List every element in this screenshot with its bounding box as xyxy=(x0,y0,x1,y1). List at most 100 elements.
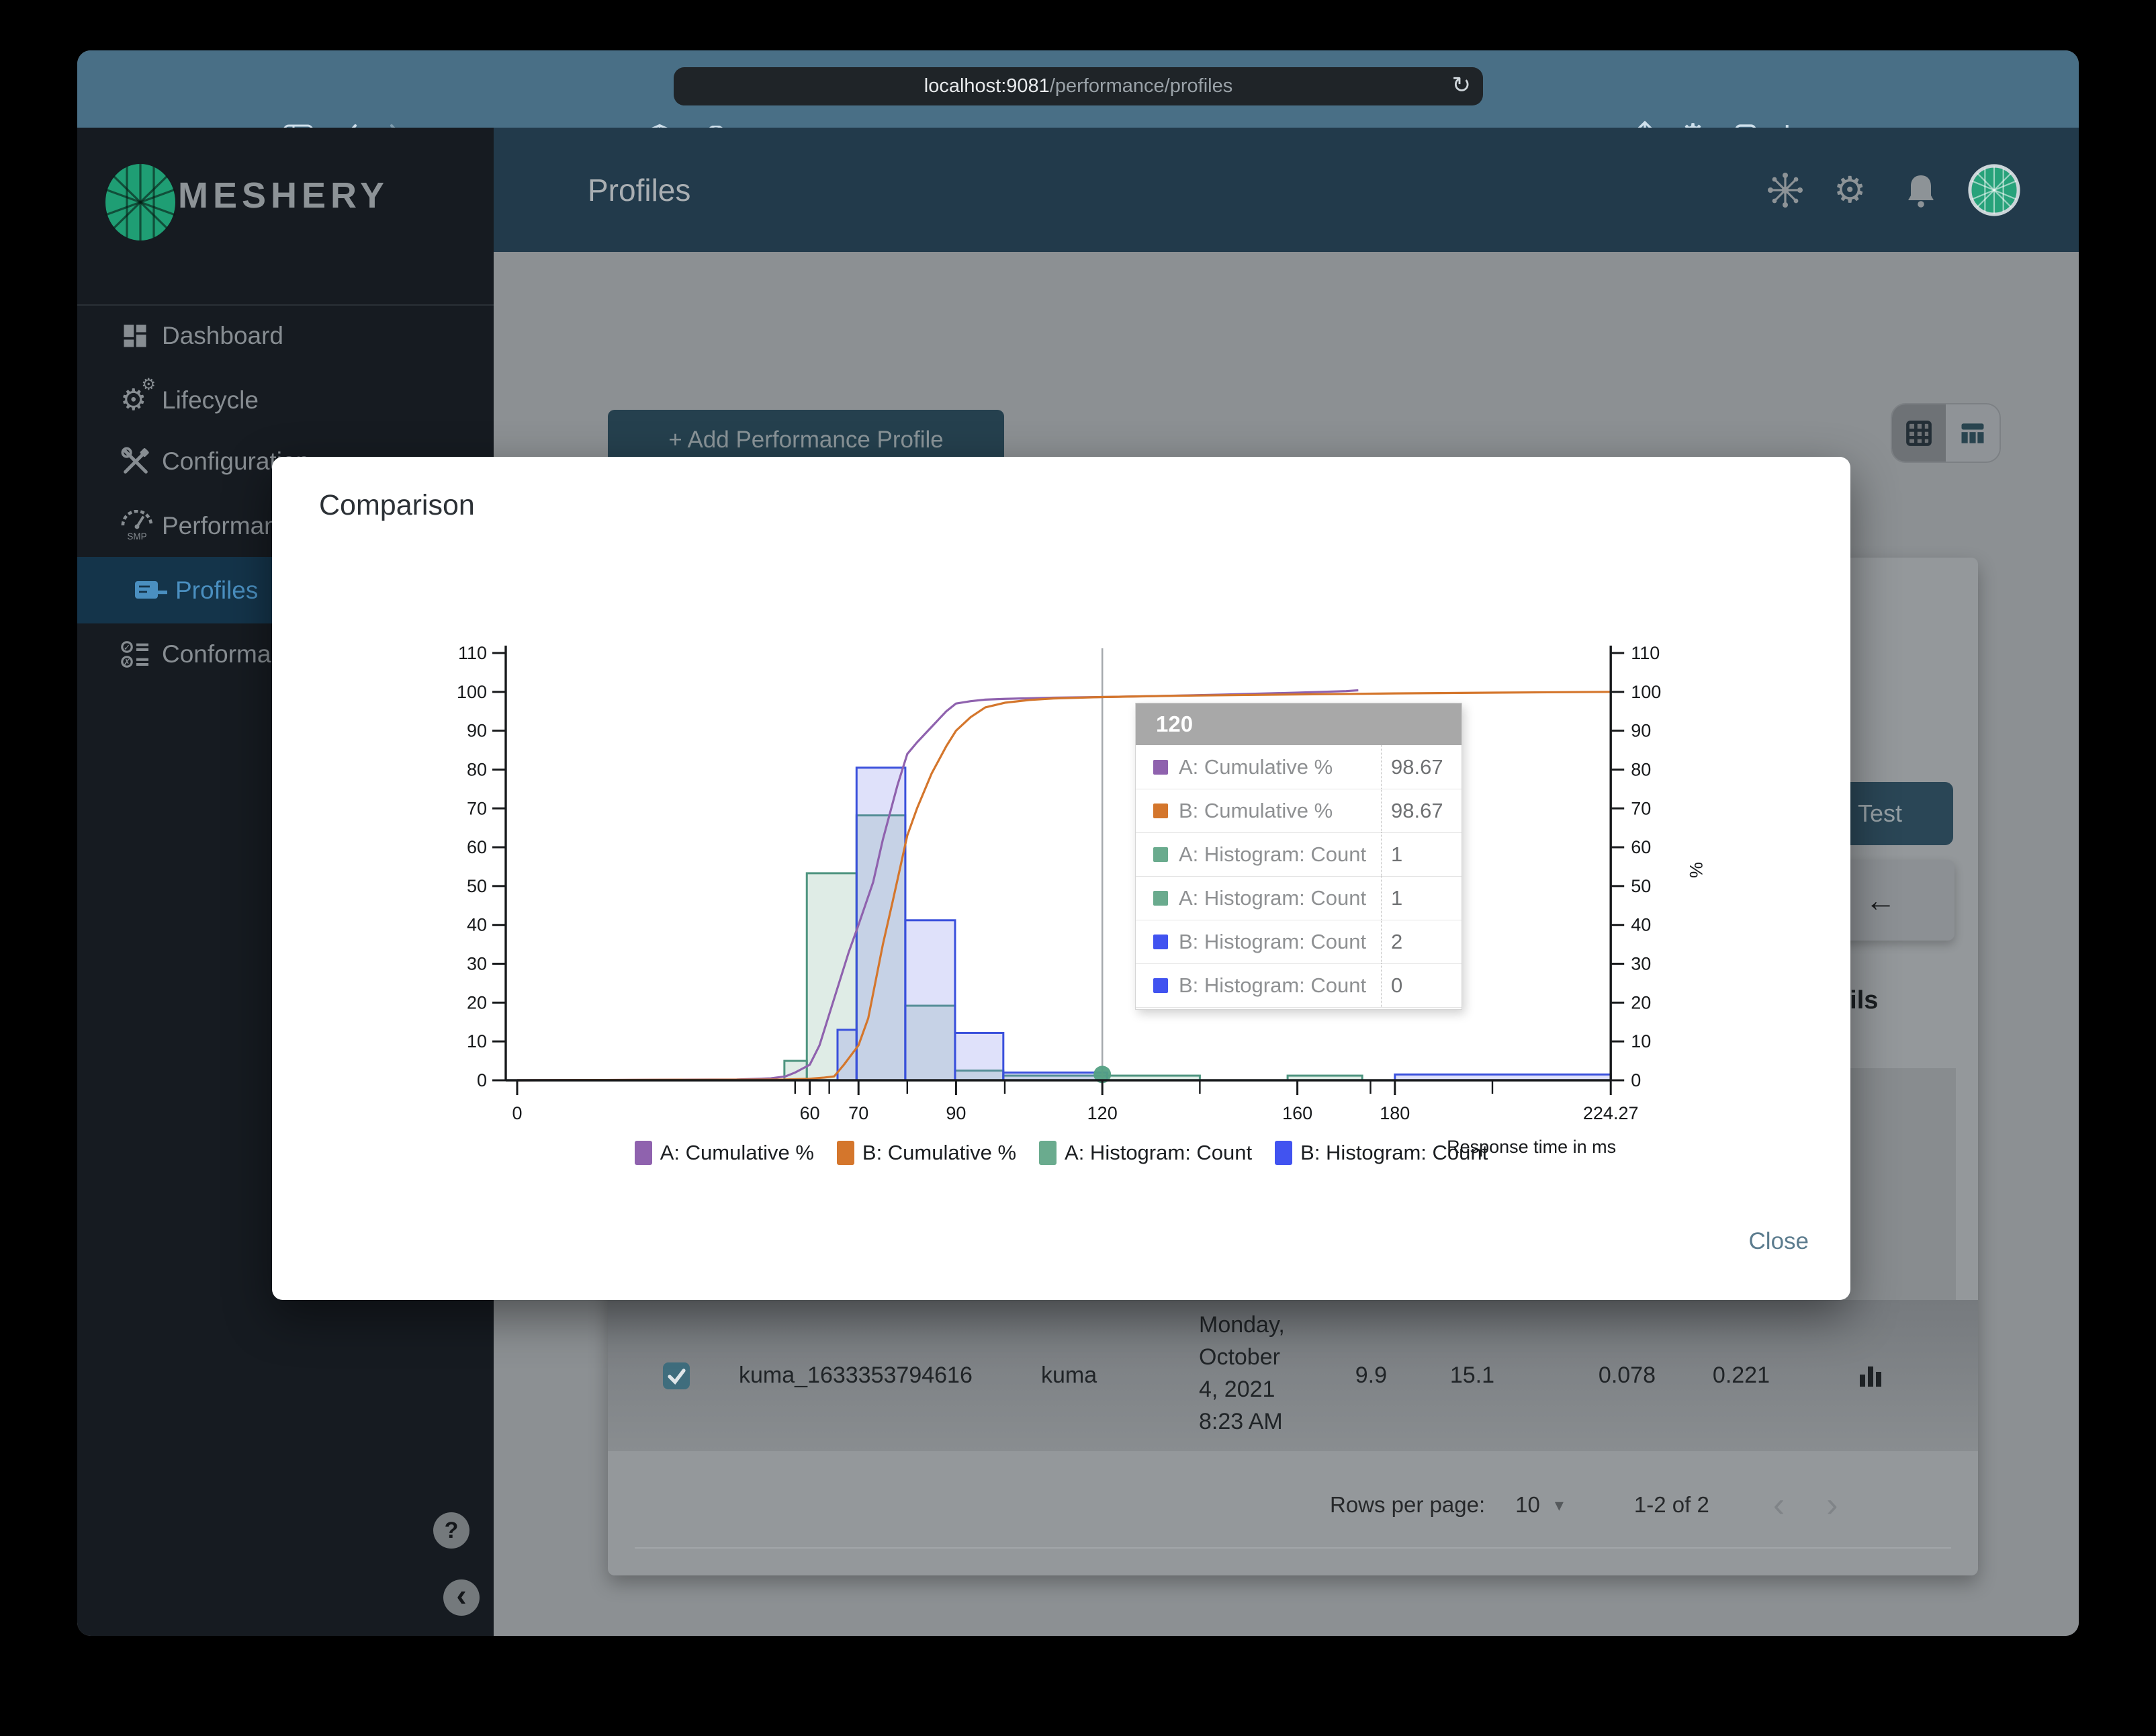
svg-text:110: 110 xyxy=(1631,643,1660,663)
tooltip-swatch xyxy=(1153,759,1168,775)
tooltip-header: 120 xyxy=(1136,703,1462,745)
legend-item[interactable]: B: Cumulative % xyxy=(836,1141,1016,1165)
legend-item[interactable]: B: Histogram: Count xyxy=(1275,1141,1488,1165)
avatar[interactable] xyxy=(1968,128,2020,252)
modal-title: Comparison xyxy=(319,489,475,521)
tooltip-row: B: Histogram: Count 2 xyxy=(1136,920,1462,964)
help-button[interactable]: ? xyxy=(433,1512,469,1549)
tooltip-swatch xyxy=(1153,803,1168,818)
url-host: localhost:9081 xyxy=(924,75,1050,97)
sidebar-item-label: Dashboard xyxy=(162,322,284,349)
pagination-bar: Rows per page: 10 ▾ 1-2 of 2 ‹ › xyxy=(608,1465,1978,1545)
tooltip-swatch xyxy=(1153,890,1168,906)
tooltip-row: A: Histogram: Count 1 xyxy=(1136,832,1462,877)
svg-text:100: 100 xyxy=(1631,682,1661,702)
svg-text:110: 110 xyxy=(458,643,487,663)
url-bar[interactable]: localhost:9081/performance/profiles ↻ xyxy=(674,67,1483,105)
p50-cell: 0.078 xyxy=(1598,1362,1656,1388)
url-path: /performance/profiles xyxy=(1049,75,1233,97)
svg-text:60: 60 xyxy=(467,837,487,857)
browser-titlebar: localhost:9081/performance/profiles ↻ ⚙ … xyxy=(77,50,2079,154)
legend-swatch xyxy=(1275,1141,1293,1165)
svg-text:70: 70 xyxy=(467,798,487,818)
p99-cell: 0.221 xyxy=(1712,1362,1770,1388)
settings-gear-icon[interactable]: ⚙ xyxy=(1834,128,1866,252)
table-view-icon xyxy=(1961,423,1984,443)
sidebar-item-lifecycle[interactable]: ⚙ ⚙ Lifecycle xyxy=(77,372,494,429)
close-modal-button[interactable]: Close xyxy=(1749,1228,1809,1255)
dashboard-icon xyxy=(120,321,162,351)
svg-text:30: 30 xyxy=(1631,954,1651,974)
svg-text:80: 80 xyxy=(1631,759,1651,779)
view-toggle xyxy=(1891,403,2001,463)
profile-name-cell: kuma_1633353794616 xyxy=(739,1362,973,1388)
row-checkbox[interactable] xyxy=(662,1300,691,1451)
duration-cell: 15.1 xyxy=(1449,1362,1494,1388)
pagination-range: 1-2 of 2 xyxy=(1633,1492,1709,1517)
rows-per-page-value[interactable]: 10 xyxy=(1515,1492,1540,1518)
reload-icon[interactable]: ↻ xyxy=(1452,71,1472,99)
divider xyxy=(635,1547,1951,1549)
svg-text:10: 10 xyxy=(467,1031,487,1051)
collapse-icon: ‹ xyxy=(456,1577,467,1612)
meshery-logo-icon[interactable] xyxy=(103,163,178,242)
conformance-icon: ✓ ✗ xyxy=(120,639,162,670)
svg-text:90: 90 xyxy=(946,1103,966,1123)
service-mesh-graph-icon[interactable] xyxy=(1766,128,1804,252)
svg-text:SMP: SMP xyxy=(127,531,146,541)
svg-text:20: 20 xyxy=(1631,992,1651,1012)
tooltip-swatch xyxy=(1153,978,1168,993)
legend-swatch xyxy=(1039,1141,1057,1165)
svg-text:0: 0 xyxy=(1631,1070,1641,1090)
svg-text:30: 30 xyxy=(467,954,487,974)
table-view-button[interactable] xyxy=(1946,404,2000,462)
legend-item[interactable]: A: Cumulative % xyxy=(634,1141,814,1165)
svg-text:40: 40 xyxy=(467,915,487,935)
lifecycle-icon: ⚙ ⚙ xyxy=(120,376,156,417)
collapse-sidebar-button[interactable]: ‹ xyxy=(443,1577,480,1616)
comparison-modal: Comparison 0 0 10 10 20 20 30 30 40 40 50 50 60 60 70 7… xyxy=(272,457,1850,1300)
back-arrow-icon: ← xyxy=(1865,883,1896,918)
configuration-icon xyxy=(120,446,162,477)
brand-name: MESHERY xyxy=(178,175,390,216)
svg-text:20: 20 xyxy=(467,992,487,1012)
svg-text:90: 90 xyxy=(1631,721,1651,741)
grid-view-icon xyxy=(1906,420,1932,446)
svg-text:0: 0 xyxy=(477,1070,487,1090)
svg-text:50: 50 xyxy=(467,876,487,896)
svg-text:80: 80 xyxy=(467,759,487,779)
date-cell: Monday, October 4, 2021 8:23 AM xyxy=(1199,1312,1285,1434)
divider xyxy=(77,304,494,306)
grid-view-button[interactable] xyxy=(1892,404,1946,462)
help-icon: ? xyxy=(444,1517,459,1543)
legend-swatch xyxy=(634,1141,652,1165)
svg-text:70: 70 xyxy=(848,1103,868,1123)
chart-legend: A: Cumulative % B: Cumulative % A: Histo… xyxy=(272,1141,1850,1165)
tooltip-row: B: Cumulative % 98.67 xyxy=(1136,789,1462,833)
svg-text:✓: ✓ xyxy=(124,642,131,652)
tooltip-row: A: Cumulative % 98.67 xyxy=(1136,745,1462,789)
svg-text:70: 70 xyxy=(1631,798,1651,818)
legend-swatch xyxy=(836,1141,854,1165)
svg-text:90: 90 xyxy=(467,721,487,741)
tooltip-swatch xyxy=(1153,934,1168,949)
tooltip-row: A: Histogram: Count 1 xyxy=(1136,876,1462,920)
svg-text:40: 40 xyxy=(1631,915,1651,935)
svg-text:%: % xyxy=(1686,862,1706,878)
qps-cell: 9.9 xyxy=(1355,1362,1387,1388)
svg-text:100: 100 xyxy=(457,682,487,702)
svg-text:10: 10 xyxy=(1631,1031,1651,1051)
page-title: Profiles xyxy=(588,172,691,208)
chart-tooltip: 120 A: Cumulative % 98.67 B: Cumulative … xyxy=(1135,703,1462,1010)
rows-per-page-caret-icon[interactable]: ▾ xyxy=(1555,1495,1564,1516)
legend-item[interactable]: A: Histogram: Count xyxy=(1039,1141,1252,1165)
view-chart-button[interactable] xyxy=(1857,1300,1884,1451)
previous-page-button[interactable]: ‹ xyxy=(1773,1487,1785,1522)
notifications-bell-icon[interactable] xyxy=(1904,128,1938,252)
browser-window: localhost:9081/performance/profiles ↻ ⚙ … xyxy=(77,50,2079,1636)
svg-text:60: 60 xyxy=(800,1103,820,1123)
bar-chart-icon xyxy=(1860,1366,1881,1387)
next-page-button[interactable]: › xyxy=(1826,1487,1838,1522)
sidebar-item-label: Lifecycle xyxy=(162,386,259,414)
sidebar-item-dashboard[interactable]: Dashboard xyxy=(77,307,494,365)
